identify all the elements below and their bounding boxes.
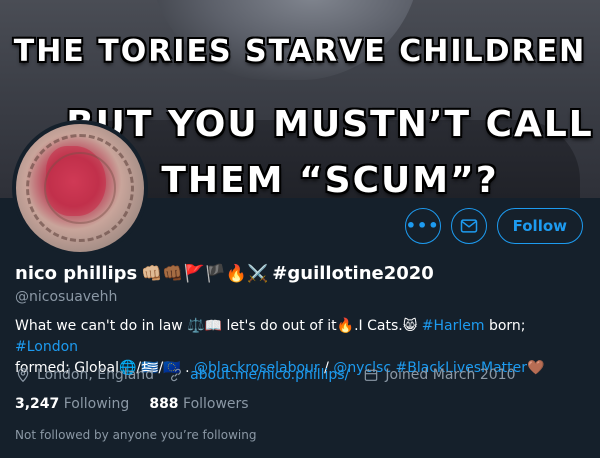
followers-count: 888 [149,396,179,412]
website[interactable]: about.me/nico.phillips/ [168,367,349,383]
mail-icon [460,219,477,233]
avatar-image-ring-inner [44,152,116,224]
following-label: Following [63,396,130,412]
calendar-icon [365,369,378,381]
bio-text: 🤎 [527,360,545,376]
profile-actions: ••• Follow [404,208,583,244]
location: London, England [15,367,154,383]
bio-hashtag-harlem[interactable]: #Harlem [422,318,485,334]
following-count: 3,247 [15,396,60,412]
display-name: nico phillips [15,263,138,284]
joined-text: Joined March 2010 [385,367,516,383]
follow-button[interactable]: Follow [496,208,583,244]
display-name-hashtag: #guillotine2020 [272,263,434,284]
location-icon [17,368,29,383]
not-followed-notice: Not followed by anyone you’re following [15,428,257,442]
website-link[interactable]: about.me/nico.phillips/ [190,367,349,383]
banner-text-line-2: BUT YOU MUSTN’T CALL [66,104,594,145]
bio-hashtag-london[interactable]: #London [15,339,78,355]
more-button[interactable]: ••• [404,208,441,244]
bio-text: What we can't do in law ⚖️📖 let's do out… [15,318,422,334]
profile-meta: London, England about.me/nico.phillips/ … [15,367,516,383]
location-text: London, England [37,367,155,383]
display-name-emojis: 👊🏼👊🏾🚩🏴🔥⚔️ [141,263,269,284]
display-name-row: nico phillips 👊🏼👊🏾🚩🏴🔥⚔️ #guillotine2020 [15,263,434,284]
followers-stat[interactable]: 888 Followers [149,396,248,412]
following-stat[interactable]: 3,247 Following [15,396,129,412]
joined-date: Joined March 2010 [363,367,516,383]
user-handle: @nicosuavehh [15,289,118,305]
link-icon [171,368,181,382]
message-button[interactable] [450,208,487,244]
more-icon: ••• [405,216,440,235]
profile-stats: 3,247 Following 888 Followers [15,396,249,412]
banner-text-line-1: THE TORIES STARVE CHILDREN [13,34,587,69]
avatar[interactable] [12,120,148,256]
bio-text: born; [484,318,526,334]
followers-label: Followers [183,396,249,412]
